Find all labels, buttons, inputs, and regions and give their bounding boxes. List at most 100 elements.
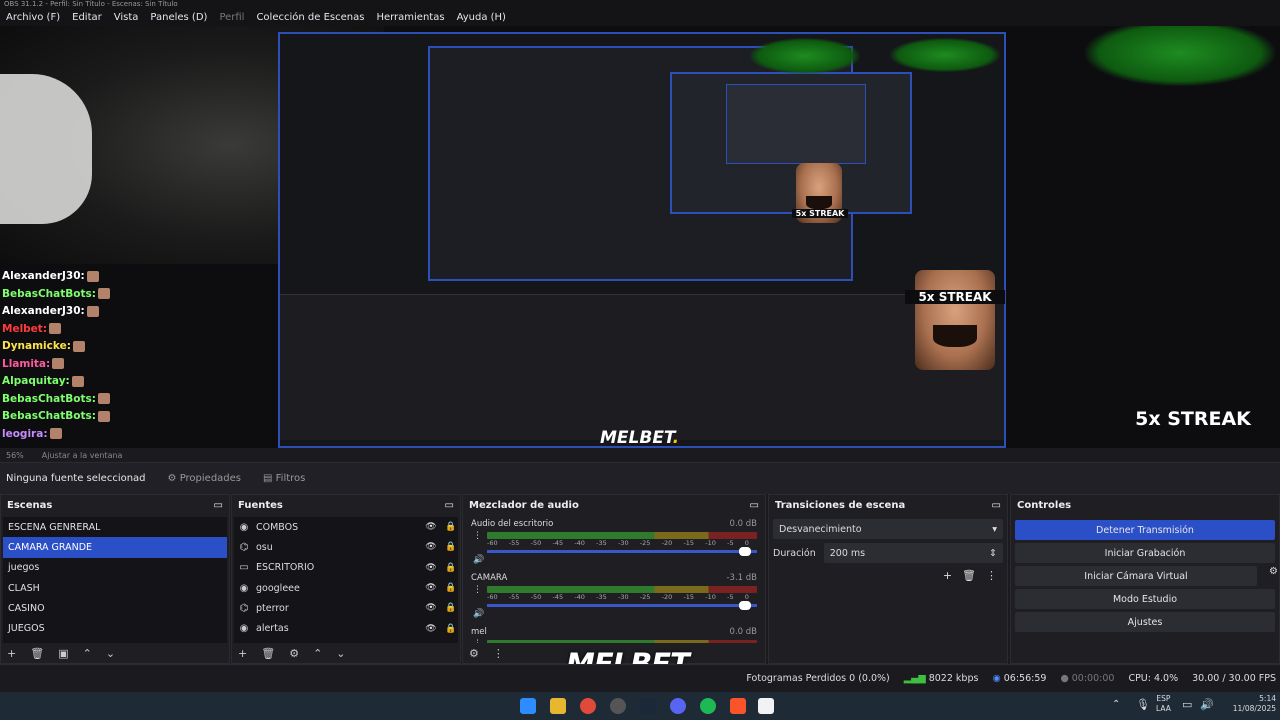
duration-input[interactable]: 200 ms ⇕ xyxy=(823,543,1003,563)
source-item[interactable]: ◉ alertas 👁 🔒 xyxy=(234,618,458,638)
remove-transition-icon[interactable]: 🗑 xyxy=(962,569,976,582)
lock-icon[interactable]: 🔒 xyxy=(444,522,458,532)
visibility-eye-icon[interactable]: 👁 xyxy=(424,603,438,613)
visibility-eye-icon[interactable]: 👁 xyxy=(424,624,438,634)
transition-menu-icon[interactable]: ⋮ xyxy=(986,569,997,582)
spotify-icon[interactable] xyxy=(700,698,716,714)
virtual-camera-settings-icon[interactable]: ⚙ xyxy=(1269,566,1278,577)
zoom-fit[interactable]: Ajustar a la ventana xyxy=(42,451,123,460)
filters-button[interactable]: ▤ Filtros xyxy=(263,473,305,484)
menu-coleccion-escenas[interactable]: Colección de Escenas xyxy=(256,12,364,23)
slider-knob[interactable] xyxy=(739,601,751,610)
start-icon[interactable] xyxy=(520,698,536,714)
visibility-eye-icon[interactable]: 👁 xyxy=(424,563,438,573)
studio-mode-button[interactable]: Modo Estudio xyxy=(1015,589,1275,609)
dock-menu-icon[interactable]: ▭ xyxy=(445,500,454,511)
chrome-icon[interactable] xyxy=(580,698,596,714)
lock-icon[interactable]: 🔒 xyxy=(444,624,458,634)
slider-knob[interactable] xyxy=(739,547,751,556)
visibility-eye-icon[interactable]: 👁 xyxy=(424,583,438,593)
channel-menu-icon[interactable]: ⋮ xyxy=(473,531,482,541)
add-scene-icon[interactable]: + xyxy=(7,647,16,660)
scene-item[interactable]: ESCENA GENRERAL xyxy=(3,517,227,537)
source-item[interactable]: ◉ googleee 👁 🔒 xyxy=(234,578,458,598)
language-indicator[interactable]: ESP LAA xyxy=(1156,694,1171,714)
meter-tick: -40 xyxy=(574,539,585,547)
properties-button[interactable]: ⚙ Propiedades xyxy=(168,473,241,484)
emote-icon xyxy=(97,288,110,299)
preview-canvas[interactable]: 5x STREAK 5x STREAK 5x STREAK MELBET. Al… xyxy=(0,26,1280,448)
transition-select[interactable]: Desvanecimiento ▾ xyxy=(773,519,1003,539)
scene-item[interactable]: JUEGOS xyxy=(3,618,227,638)
network-icon[interactable]: ▭ xyxy=(1182,698,1192,711)
source-item[interactable]: ⌬ osu 👁 🔒 xyxy=(234,537,458,557)
meter-tick: -55 xyxy=(508,539,520,547)
lock-icon[interactable]: 🔒 xyxy=(444,542,458,552)
file-explorer-icon[interactable] xyxy=(550,698,566,714)
source-item[interactable]: ▭ ESCRITORIO 👁 🔒 xyxy=(234,558,458,578)
lock-icon[interactable]: 🔒 xyxy=(444,603,458,613)
source-properties-icon[interactable]: ⚙ xyxy=(289,647,299,660)
volume-slider[interactable] xyxy=(487,547,757,556)
start-virtual-camera-button[interactable]: Iniciar Cámara Virtual xyxy=(1015,566,1257,586)
preview-zoom-bar: 56% Ajustar a la ventana xyxy=(0,448,1280,462)
microphone-icon[interactable]: 🎙 xyxy=(1136,698,1150,711)
source-item[interactable]: ◉ COMBOS 👁 🔒 xyxy=(234,517,458,537)
visibility-eye-icon[interactable]: 👁 xyxy=(424,522,438,532)
discord-icon[interactable] xyxy=(670,698,686,714)
steam-icon[interactable] xyxy=(640,698,656,714)
menu-paneles[interactable]: Paneles (D) xyxy=(150,12,207,23)
brave-icon[interactable] xyxy=(730,698,746,714)
visibility-eye-icon[interactable]: 👁 xyxy=(424,542,438,552)
zoom-level[interactable]: 56% xyxy=(6,451,24,460)
chat-message: Llamita: xyxy=(2,356,132,374)
settings-button[interactable]: Ajustes xyxy=(1015,612,1275,632)
transitions-title: Transiciones de escena xyxy=(775,499,906,511)
remove-source-icon[interactable]: 🗑 xyxy=(261,647,275,660)
scene-item[interactable]: CAMARA GRANDE xyxy=(3,537,227,558)
meter-tick: -40 xyxy=(574,593,585,601)
dock-menu-icon[interactable]: ▭ xyxy=(992,500,1001,511)
move-up-icon[interactable]: ⌃ xyxy=(83,647,92,660)
stop-stream-button[interactable]: Detener Transmisión xyxy=(1015,520,1275,540)
volume-icon[interactable]: 🔊 xyxy=(1200,698,1214,711)
menu-archivo[interactable]: Archivo (F) xyxy=(6,12,60,23)
lock-icon[interactable]: 🔒 xyxy=(444,583,458,593)
menu-editar[interactable]: Editar xyxy=(72,12,102,23)
scene-item[interactable]: CLASH xyxy=(3,578,227,598)
add-source-icon[interactable]: + xyxy=(238,647,247,660)
move-down-icon[interactable]: ⌄ xyxy=(106,647,115,660)
channel-menu-icon[interactable]: ⋮ xyxy=(473,585,482,595)
scene-item[interactable]: juegos xyxy=(3,558,227,578)
dock-menu-icon[interactable]: ▭ xyxy=(214,500,223,511)
app-icon[interactable] xyxy=(758,698,774,714)
scenes-title: Escenas xyxy=(7,499,53,511)
move-down-icon[interactable]: ⌄ xyxy=(336,647,345,660)
mixer-menu-icon[interactable]: ⋮ xyxy=(493,647,504,660)
clock[interactable]: 5:14 11/08/2025 xyxy=(1218,694,1276,714)
add-transition-icon[interactable]: + xyxy=(943,569,952,582)
menu-vista[interactable]: Vista xyxy=(114,12,139,23)
meter-tick: -20 xyxy=(661,593,673,601)
filter-icon: ▤ xyxy=(263,473,273,484)
lang-code: ESP xyxy=(1156,694,1171,703)
emote-icon xyxy=(52,358,65,369)
start-recording-button[interactable]: Iniciar Grabación xyxy=(1015,543,1275,563)
menu-perfil[interactable]: Perfil xyxy=(219,12,244,23)
dock-menu-icon[interactable]: ▭ xyxy=(750,500,759,511)
menu-ayuda[interactable]: Ayuda (H) xyxy=(457,12,506,23)
speaker-icon[interactable]: 🔊 xyxy=(473,555,484,565)
volume-slider[interactable] xyxy=(487,601,757,610)
lock-icon[interactable]: 🔒 xyxy=(444,563,458,573)
scene-filters-icon[interactable]: ▣ xyxy=(58,647,68,660)
source-item[interactable]: ⌬ pterror 👁 🔒 xyxy=(234,598,458,618)
remove-scene-icon[interactable]: 🗑 xyxy=(30,647,44,660)
move-up-icon[interactable]: ⌃ xyxy=(313,647,322,660)
obs-icon[interactable] xyxy=(610,698,626,714)
mixer-settings-icon[interactable]: ⚙ xyxy=(469,647,479,660)
scene-item[interactable]: CASINO xyxy=(3,598,227,618)
stream-timer: ◉ 06:56:59 xyxy=(992,673,1046,684)
menu-herramientas[interactable]: Herramientas xyxy=(376,12,444,23)
chevron-up-icon[interactable]: ⌃ xyxy=(1112,699,1120,710)
speaker-icon[interactable]: 🔊 xyxy=(473,609,484,619)
